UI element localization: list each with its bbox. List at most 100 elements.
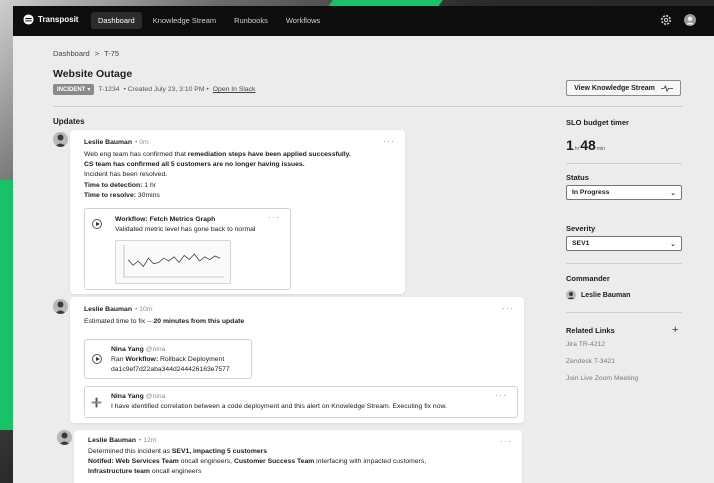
workflow-run-text: Nina Yang @nina Ran Workflow: Rollback D… [111, 345, 230, 376]
incident-id: T-1234 [98, 86, 120, 93]
status-label: Status [566, 173, 589, 182]
sidebar-divider [566, 263, 682, 264]
sub-author[interactable]: Nina Yang [111, 393, 144, 400]
avatar [53, 132, 68, 147]
more-options-icon[interactable]: ··· [500, 436, 512, 446]
slo-timer: 1 hr 48 min [566, 137, 605, 153]
related-link-zendesk[interactable]: Zendesk T-3421 [566, 358, 615, 365]
view-knowledge-stream-button[interactable]: View Knowledge Stream [566, 80, 681, 96]
update-header: Leslie Bauman • 12m [88, 437, 156, 444]
update-line: Infrastructure team oncall engineers [88, 468, 202, 476]
slo-hr-unit: hr [574, 146, 580, 152]
slack-icon [91, 397, 102, 408]
update-line: Time to resolve: 30mins [84, 191, 160, 199]
update-author[interactable]: Leslie Bauman [84, 139, 132, 146]
update-author[interactable]: Leslie Bauman [84, 306, 132, 313]
person-icon [57, 430, 72, 445]
brand-name: Transposit [38, 15, 79, 24]
incident-badge-label: INCIDENT [57, 86, 86, 93]
top-icons [660, 14, 696, 26]
workflow-run-card: Nina Yang @nina Ran Workflow: Rollback D… [84, 339, 252, 379]
update-card: Leslie Bauman • 12m ··· Determined this … [74, 430, 522, 483]
nav-workflows[interactable]: Workflows [279, 12, 327, 29]
chevron-down-icon: ⌄ [670, 240, 676, 248]
more-options-icon[interactable]: ··· [268, 212, 280, 222]
update-author[interactable]: Leslie Bauman [88, 437, 136, 444]
person-icon [53, 132, 68, 147]
related-links-label: Related Links [566, 326, 615, 335]
update-header: Leslie Bauman • 0m [84, 139, 149, 146]
nav-knowledge-stream[interactable]: Knowledge Stream [146, 12, 223, 29]
slo-minutes: 48 [580, 137, 596, 153]
workflow-text: Workflow: Fetch Metrics Graph Validated … [115, 215, 255, 235]
commander[interactable]: Leslie Bauman [566, 290, 630, 300]
ks-message-text: I have identified correlation between a … [111, 403, 447, 411]
person-icon [53, 299, 68, 314]
chevron-down-icon: ▾ [87, 87, 91, 93]
status-select[interactable]: In Progress ⌄ [566, 185, 682, 200]
add-icon[interactable]: + [672, 324, 678, 336]
ks-message: Nina Yang @nina I have identified correl… [111, 392, 447, 412]
sub-handle: @nina [145, 393, 166, 400]
chevron-down-icon: ⌄ [670, 189, 676, 197]
breadcrumb-current: T-75 [104, 49, 120, 58]
status-value: In Progress [572, 189, 610, 196]
update-line: Determined this incident as SEV1, impact… [88, 448, 268, 455]
workflow-title[interactable]: Workflow: Fetch Metrics Graph [115, 216, 215, 223]
update-line: Estimated time to fix -- 20 minutes from… [84, 318, 245, 325]
knowledge-stream-card: ··· Nina Yang @nina I have identified co… [84, 386, 518, 418]
gear-icon[interactable] [660, 14, 672, 26]
header-divider [53, 106, 683, 107]
open-in-slack-link[interactable]: Open In Slack [213, 86, 256, 93]
brand-logo[interactable]: Transposit [23, 14, 78, 25]
page-title: Website Outage [53, 68, 133, 80]
transposit-logo-icon [23, 14, 34, 25]
related-link-jira[interactable]: Jira TR-4212 [566, 341, 605, 348]
metric-sparkline [123, 245, 224, 278]
update-line: Time to detection: 1 hr [84, 181, 157, 189]
slo-label: SLO budget timer [566, 118, 629, 127]
commander-label: Commander [566, 274, 610, 283]
update-line: Web eng team has confirmed that remediat… [84, 151, 351, 158]
severity-value: SEV1 [572, 240, 590, 247]
update-line: Incident has been resolved. [84, 171, 168, 179]
sub-handle: @nina [145, 346, 166, 353]
slo-hours: 1 [566, 137, 574, 153]
update-card: Leslie Bauman • 10m ··· Estimated time t… [70, 297, 524, 423]
sidebar-divider [566, 163, 682, 164]
update-line: Notifed: Web Services Team oncall engine… [88, 458, 427, 466]
more-options-icon[interactable]: ··· [495, 390, 507, 400]
update-time: • 10m [134, 306, 153, 313]
update-card: Leslie Bauman • 0m ··· Web eng team has … [70, 130, 405, 294]
breadcrumb-dashboard[interactable]: Dashboard [53, 49, 90, 58]
avatar [53, 299, 68, 314]
more-options-icon[interactable]: ··· [502, 303, 514, 313]
workflow-run-hash: da1c9ef7d22aba344d244426163e7577 [111, 366, 230, 374]
nav-runbooks[interactable]: Runbooks [227, 12, 275, 29]
severity-label: Severity [566, 224, 596, 233]
related-link-zoom[interactable]: Join Live Zoom Meeting [566, 375, 638, 382]
avatar [566, 290, 576, 300]
workflow-result: Validated metric level has gone back to … [115, 226, 256, 234]
breadcrumb-separator: > [94, 49, 100, 58]
incident-meta: INCIDENT ▾ T-1234 • Created July 23, 3:1… [53, 84, 255, 95]
update-body: Determined this incident as SEV1, impact… [88, 447, 518, 478]
workflow-card: ··· Workflow: Fetch Metrics Graph Valida… [84, 208, 291, 290]
commander-name: Leslie Bauman [581, 291, 631, 299]
update-time: • 12m [138, 437, 157, 444]
user-avatar-icon[interactable] [684, 14, 696, 26]
update-header: Leslie Bauman • 10m [84, 306, 152, 313]
workflow-run-line: Ran Workflow: Rollback Deployment [111, 356, 225, 364]
update-line: CS team has confirmed all 5 customers ar… [84, 161, 305, 169]
top-nav-bar: Transposit Dashboard Knowledge Stream Ru… [13, 6, 714, 36]
play-icon [92, 354, 102, 364]
nav-dashboard[interactable]: Dashboard [91, 12, 142, 29]
more-options-icon[interactable]: ··· [383, 136, 395, 146]
update-body: Estimated time to fix -- 20 minutes from… [84, 317, 244, 327]
view-knowledge-stream-label: View Knowledge Stream [574, 84, 655, 92]
app-window: Transposit Dashboard Knowledge Stream Ru… [13, 6, 714, 483]
sub-author[interactable]: Nina Yang [111, 346, 144, 353]
incident-type-dropdown[interactable]: INCIDENT ▾ [53, 84, 95, 95]
update-body: Web eng team has confirmed that remediat… [84, 150, 399, 201]
severity-select[interactable]: SEV1 ⌄ [566, 236, 682, 251]
